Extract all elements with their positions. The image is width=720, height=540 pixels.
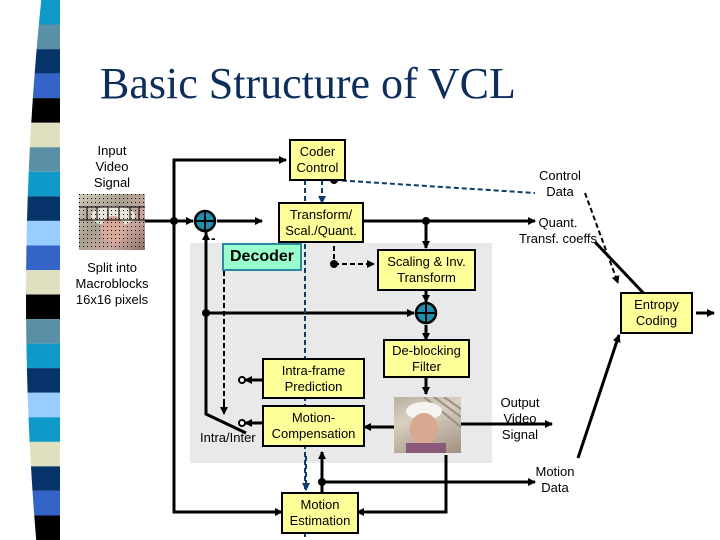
quant-transf-coeffs-label: Quant. Transf. coeffs (512, 215, 604, 247)
switch-terminal-intra (238, 376, 246, 384)
label-line: Motion (535, 464, 575, 479)
deblocking-filter-block: De-blocking Filter (383, 339, 470, 378)
block-text: Filter (412, 358, 441, 374)
junction-dot (170, 217, 178, 225)
transform-scal-quant-block: Transform/ Scal./Quant. (278, 202, 364, 243)
coder-control-block: Coder Control (289, 139, 346, 181)
block-text: Prediction (284, 378, 343, 394)
minus-sign: - (211, 230, 216, 246)
block-text: Transform/ (289, 206, 353, 222)
decoded-frame-thumbnail (394, 397, 461, 453)
person-face-icon (406, 397, 461, 453)
junction-dot (330, 260, 338, 268)
motion-data-to-entropy-line (576, 334, 621, 459)
block-text: Coding (635, 313, 678, 328)
control-data-dash-line (333, 179, 536, 194)
label-line: Video (503, 411, 537, 426)
block-text: Intra-frame (281, 362, 346, 378)
label-line: Output (500, 395, 540, 410)
scaling-inv-transform-block: Scaling & Inv. Transform (377, 249, 476, 291)
junction-dot (422, 217, 430, 225)
intra-frame-prediction-block: Intra-frame Prediction (262, 358, 365, 399)
block-text: Transform (397, 270, 456, 285)
block-text: De-blocking (392, 342, 461, 358)
entropy-coding-block: Entropy Coding (620, 292, 693, 334)
switch-terminal-inter (238, 419, 246, 427)
slide: Basic Structure of VCL Input Video Signa… (0, 0, 720, 540)
intra-inter-label: Intra/Inter (200, 430, 256, 445)
block-text: Motion- (291, 410, 336, 425)
motion-compensation-block: Motion- Compensation (262, 405, 365, 447)
block-text: Compensation (271, 426, 356, 441)
block-text: Coder (299, 144, 336, 159)
label-line: Data (541, 480, 569, 495)
reconstruct-adder-icon (414, 301, 438, 325)
decoder-label-block: Decoder (222, 243, 302, 271)
motion-estimation-block: Motion Estimation (281, 492, 359, 534)
label-line: Control (539, 168, 581, 183)
label-line: Quant. (538, 215, 578, 230)
output-video-signal-label: Output Video Signal (497, 395, 543, 443)
block-text: Entropy (634, 297, 679, 312)
junction-dot (318, 478, 326, 486)
input-to-coder-control-line (172, 156, 287, 221)
block-text: Motion (300, 497, 340, 512)
subtract-adder-icon (193, 209, 217, 233)
label-line: Signal (501, 427, 539, 442)
junction-dot (202, 309, 210, 317)
label-line: Transf. coeffs (518, 231, 598, 246)
block-text: Scal./Quant. (285, 222, 357, 238)
motion-data-label: Motion Data (530, 464, 580, 496)
label-line: Data (546, 184, 574, 199)
control-data-label: Control Data (535, 168, 585, 200)
block-text: Estimation (289, 513, 351, 528)
signal-flow-lines (145, 156, 715, 540)
block-text: Scaling & Inv. (387, 254, 466, 269)
block-text: Control (296, 160, 339, 175)
